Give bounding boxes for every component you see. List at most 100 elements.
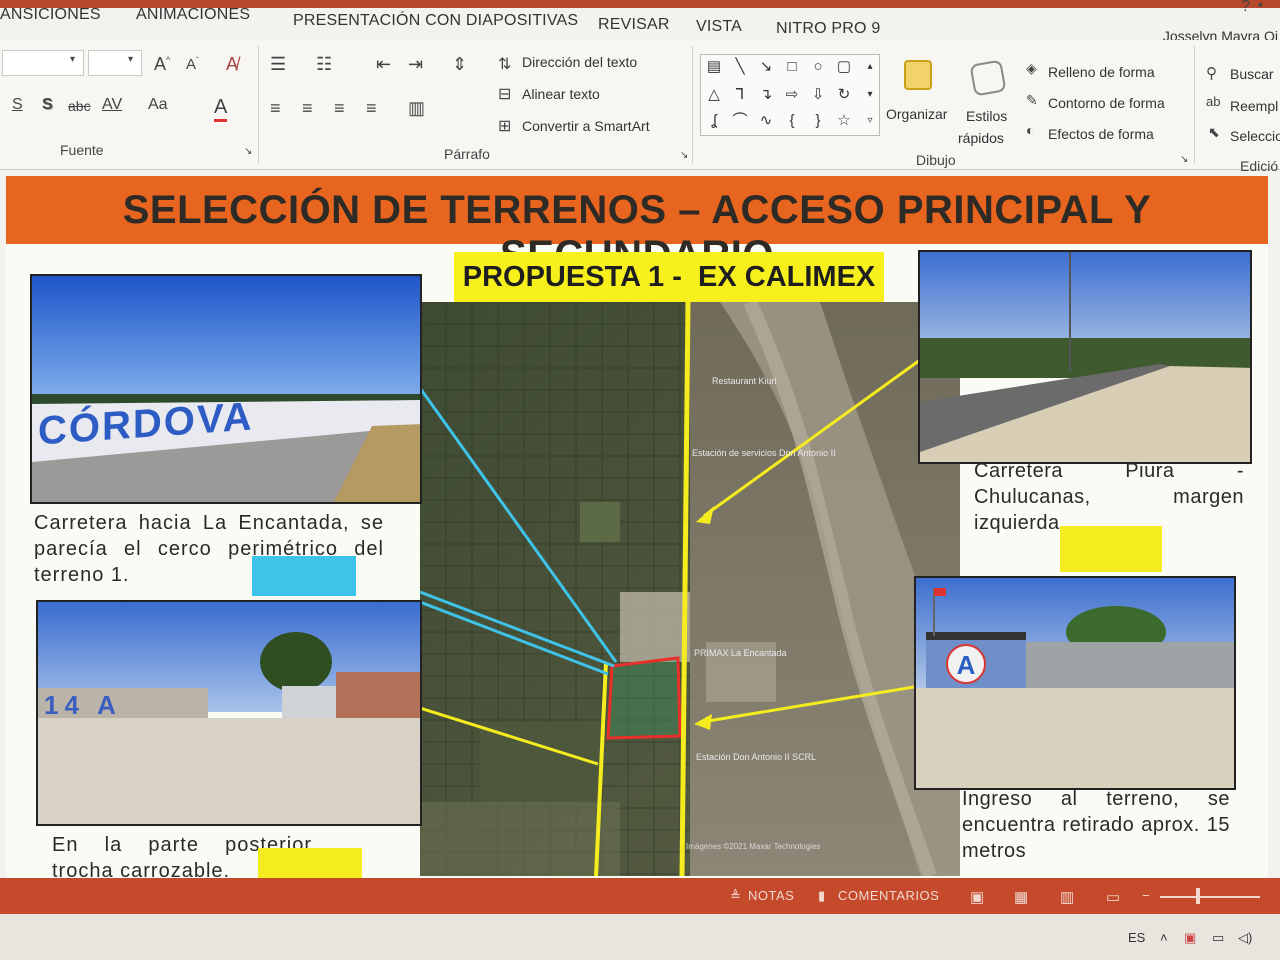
arc-shape-icon[interactable]: ⌒ bbox=[729, 111, 751, 131]
tab-nitro[interactable]: NITRO PRO 9 bbox=[776, 20, 880, 38]
align-text-icon[interactable]: ⊟ bbox=[498, 84, 511, 104]
align-left-icon[interactable]: ≡ bbox=[270, 98, 281, 119]
arrange-button[interactable]: Organizar bbox=[886, 106, 947, 122]
normal-view-icon[interactable]: ▣ bbox=[970, 888, 985, 906]
caption-lot-entrance[interactable]: Ingreso al terreno, se encuentra retirad… bbox=[962, 786, 1230, 864]
zoom-out-icon[interactable]: − bbox=[1142, 888, 1150, 903]
chevron-down-icon[interactable]: ▾ bbox=[859, 85, 881, 105]
language-indicator[interactable]: ES bbox=[1128, 930, 1145, 945]
tab-revisar[interactable]: REVISAR bbox=[598, 16, 670, 34]
quick-styles-button-line2[interactable]: rápidos bbox=[958, 130, 1004, 146]
font-color-icon[interactable]: A bbox=[214, 96, 228, 122]
quick-styles-icon[interactable] bbox=[969, 59, 1007, 97]
elbow-arrow-shape-icon[interactable]: ↴ bbox=[755, 85, 777, 105]
cursor-select-icon[interactable]: ⬉ bbox=[1208, 124, 1220, 141]
photo-road-piura-chulucanas[interactable] bbox=[918, 250, 1252, 464]
network-icon[interactable]: ▭ bbox=[1212, 930, 1224, 946]
find-button[interactable]: Buscar bbox=[1230, 66, 1274, 82]
curved-shape-icon[interactable]: ↻ bbox=[833, 85, 855, 105]
align-text-button[interactable]: Alinear texto bbox=[522, 86, 600, 102]
notes-button[interactable]: NOTAS bbox=[748, 888, 794, 903]
line-spacing-icon[interactable]: ⇕ bbox=[452, 54, 467, 75]
rounded-rect-shape-icon[interactable]: ▢ bbox=[833, 57, 855, 77]
photo-lot-entrance[interactable]: A bbox=[914, 576, 1236, 790]
elbow-shape-icon[interactable]: ⅂ bbox=[729, 85, 751, 105]
oval-shape-icon[interactable]: ○ bbox=[807, 57, 829, 77]
caption-road-piura[interactable]: Carretera Piura - Chulucanas, margen izq… bbox=[974, 458, 1244, 536]
triangle-shape-icon[interactable]: △ bbox=[703, 85, 725, 105]
left-brace-shape-icon[interactable]: { bbox=[781, 111, 803, 131]
freeform-shape-icon[interactable]: ʆ bbox=[703, 111, 725, 131]
slideshow-icon[interactable]: ▭ bbox=[1106, 888, 1121, 906]
increase-indent-icon[interactable]: ⇥ bbox=[408, 54, 423, 75]
pen-outline-icon[interactable]: ✎ bbox=[1026, 92, 1038, 109]
text-direction-icon[interactable]: ⇅ bbox=[498, 54, 511, 74]
justify-icon[interactable]: ≡ bbox=[366, 98, 377, 119]
notes-icon[interactable]: ≜ bbox=[730, 888, 741, 904]
fill-bucket-icon[interactable]: ◈ bbox=[1026, 60, 1037, 77]
shape-outline-button[interactable]: Contorno de forma bbox=[1048, 95, 1165, 111]
strikethrough-icon[interactable]: abc bbox=[68, 98, 91, 114]
chevron-up-icon[interactable]: ▴ bbox=[859, 57, 881, 77]
chevron-down-icon[interactable]: ▾ bbox=[128, 54, 133, 65]
arrange-icon[interactable] bbox=[904, 60, 932, 90]
comments-icon[interactable]: ▮ bbox=[818, 888, 826, 904]
wave-shape-icon[interactable]: ∿ bbox=[755, 111, 777, 131]
slide-sorter-icon[interactable]: ▦ bbox=[1014, 888, 1029, 906]
columns-icon[interactable]: ▥ bbox=[408, 98, 425, 119]
down-arrow-shape-icon[interactable]: ⇩ bbox=[807, 85, 829, 105]
smartart-icon[interactable]: ⊞ bbox=[498, 116, 511, 136]
convert-smartart-button[interactable]: Convertir a SmartArt bbox=[522, 118, 650, 134]
shadow-icon[interactable]: S bbox=[42, 96, 53, 114]
bullets-icon[interactable]: ☰ bbox=[270, 54, 286, 75]
tab-presentacion[interactable]: PRESENTACIÓN CON DIAPOSITIVAS bbox=[293, 12, 578, 30]
font-size-combo[interactable] bbox=[88, 50, 142, 76]
grow-font-icon[interactable]: A^ bbox=[154, 54, 170, 75]
align-center-icon[interactable]: ≡ bbox=[302, 98, 313, 119]
tray-app-icon[interactable]: ▣ bbox=[1184, 930, 1196, 946]
photo-road-la-encantada[interactable]: CÓRDOVA bbox=[30, 274, 422, 504]
photo-back-trail[interactable]: 14 A bbox=[36, 600, 422, 826]
more-shapes-icon[interactable]: ▿ bbox=[859, 111, 881, 131]
text-direction-button[interactable]: Dirección del texto bbox=[522, 54, 637, 70]
star-shape-icon[interactable]: ☆ bbox=[833, 111, 855, 131]
change-case-icon[interactable]: Aa bbox=[148, 96, 168, 114]
binoculars-icon[interactable]: ⚲ bbox=[1206, 64, 1217, 82]
right-brace-shape-icon[interactable]: } bbox=[807, 111, 829, 131]
proposal-label[interactable]: PROPUESTA 1 - EX CALIMEX bbox=[454, 252, 884, 302]
clear-format-icon[interactable]: A̸ bbox=[226, 54, 238, 75]
zoom-slider-thumb[interactable] bbox=[1196, 888, 1200, 904]
rectangle-shape-icon[interactable]: □ bbox=[781, 57, 803, 77]
chevron-down-icon[interactable]: ▾ bbox=[70, 54, 75, 65]
arrow-line-shape-icon[interactable]: ↘ bbox=[755, 57, 777, 77]
volume-icon[interactable]: ◁) bbox=[1238, 930, 1252, 946]
tab-transiciones[interactable]: ANSICIONES bbox=[0, 6, 101, 24]
quick-styles-button[interactable]: Estilos bbox=[966, 108, 1007, 124]
shape-effects-button[interactable]: Efectos de forma bbox=[1048, 126, 1154, 142]
select-button[interactable]: Seleccio bbox=[1230, 128, 1280, 144]
underline-icon[interactable]: S bbox=[12, 96, 23, 114]
satellite-map[interactable]: Restaurant Kiuri Estación de servicios D… bbox=[420, 302, 960, 876]
comments-button[interactable]: COMENTARIOS bbox=[838, 888, 939, 903]
tab-animaciones[interactable]: ANIMACIONES bbox=[136, 6, 250, 24]
textbox-shape-icon[interactable]: ▤ bbox=[703, 57, 725, 77]
replace-button[interactable]: Reempl bbox=[1230, 98, 1278, 114]
slide-canvas[interactable]: SELECCIÓN DE TERRENOS – ACCESO PRINCIPAL… bbox=[6, 176, 1268, 890]
chevron-up-icon[interactable]: ˄ bbox=[1160, 930, 1168, 945]
numbering-icon[interactable]: ☷ bbox=[316, 54, 332, 75]
replace-icon[interactable]: ab bbox=[1206, 94, 1220, 109]
shrink-font-icon[interactable]: Aˇ bbox=[186, 56, 199, 73]
reading-view-icon[interactable]: ▥ bbox=[1060, 888, 1075, 906]
dialog-launcher-icon[interactable]: ↘ bbox=[680, 150, 688, 161]
shape-effects-icon[interactable]: ◐ bbox=[1026, 122, 1034, 138]
char-spacing-icon[interactable]: AV bbox=[102, 96, 122, 114]
shapes-gallery[interactable]: ▤ ╲ ↘ □ ○ ▢ △ ⅂ ↴ ⇨ ⇩ ↻ ʆ ⌒ ∿ { } ☆ ▴ ▾ … bbox=[700, 54, 880, 136]
zoom-slider[interactable] bbox=[1160, 896, 1260, 898]
tab-vista[interactable]: VISTA bbox=[696, 18, 742, 36]
dialog-launcher-icon[interactable]: ↘ bbox=[244, 146, 252, 157]
decrease-indent-icon[interactable]: ⇤ bbox=[376, 54, 391, 75]
dialog-launcher-icon[interactable]: ↘ bbox=[1180, 154, 1188, 165]
right-arrow-shape-icon[interactable]: ⇨ bbox=[781, 85, 803, 105]
shape-fill-button[interactable]: Relleno de forma bbox=[1048, 64, 1155, 80]
line-shape-icon[interactable]: ╲ bbox=[729, 57, 751, 77]
